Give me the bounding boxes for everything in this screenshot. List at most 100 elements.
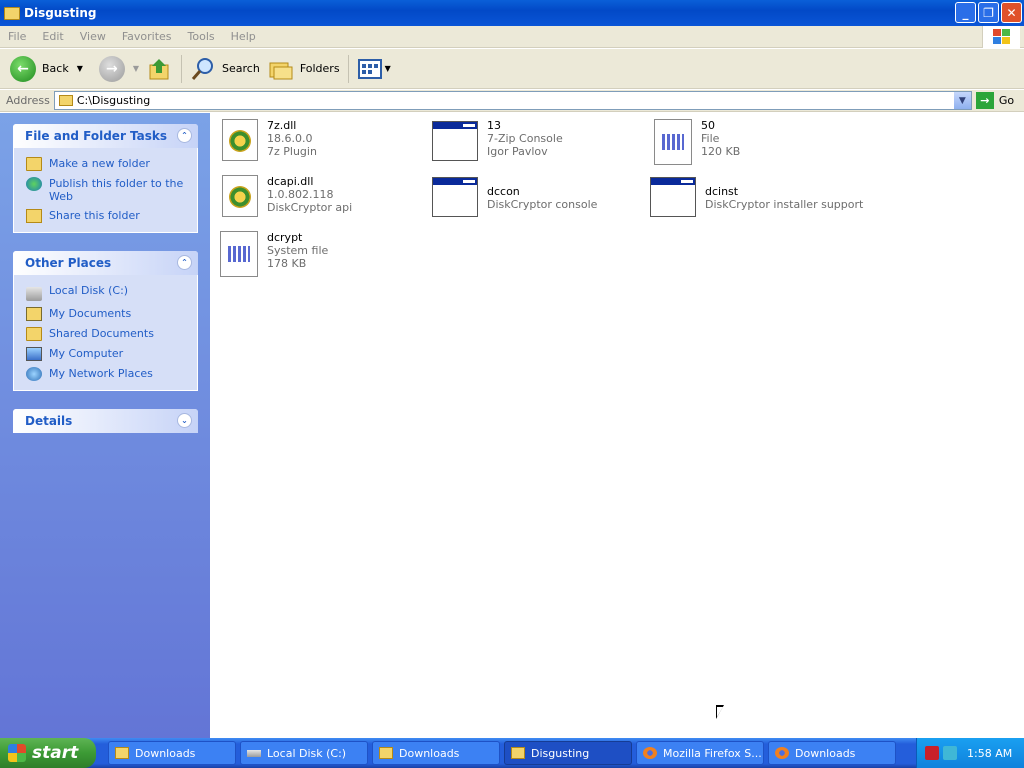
folder-icon [58, 95, 73, 106]
address-label: Address [6, 94, 50, 107]
taskbar-item-downloads[interactable]: Downloads [108, 741, 236, 765]
my-network-places-link[interactable]: My Network Places [26, 364, 187, 384]
search-button[interactable]: Search [186, 54, 264, 84]
taskbar-item-downloads[interactable]: Downloads [372, 741, 500, 765]
forward-button[interactable]: → ▼ [95, 54, 143, 84]
local-disk-icon [247, 749, 261, 757]
toolbar-separator [347, 54, 349, 83]
clock[interactable]: 1:58 AM [967, 747, 1012, 760]
shared-documents-link[interactable]: Shared Documents [26, 324, 187, 344]
file-item[interactable]: 50 File 120 KB [654, 119, 740, 165]
system-tray: 1:58 AM [916, 738, 1024, 768]
my-computer-icon [26, 347, 42, 361]
system-file-icon [220, 231, 258, 277]
folder-icon [379, 747, 393, 759]
address-value: C:\Disgusting [76, 94, 151, 107]
panel-header[interactable]: Details ⌄ [13, 409, 198, 433]
dll-icon [222, 175, 258, 217]
file-list: 7z.dll 18.6.0.0 7z Plugin 13 7-Zip Console I… [210, 113, 1024, 738]
address-bar: Address C:\Disgusting ▼ → Go [0, 90, 1024, 112]
restore-button[interactable]: ❐ [978, 2, 999, 23]
up-folder-icon [149, 58, 169, 79]
close-button[interactable]: ✕ [1001, 2, 1022, 23]
start-button[interactable]: start [0, 738, 96, 768]
panel-header[interactable]: File and Folder Tasks ⌃ [13, 124, 198, 148]
console-icon [650, 177, 696, 217]
my-computer-link[interactable]: My Computer [26, 344, 187, 364]
taskbar: start Downloads Local Disk (C:) Download… [0, 738, 1024, 768]
up-folder-button[interactable] [143, 54, 177, 84]
menu-favorites[interactable]: Favorites [114, 30, 180, 43]
taskbar-item-downloads[interactable]: Downloads [768, 741, 896, 765]
make-new-folder-link[interactable]: Make a new folder [26, 154, 187, 174]
forward-arrow-icon: → [98, 55, 125, 82]
address-dropdown-button[interactable]: ▼ [953, 92, 971, 109]
security-shield-icon[interactable] [925, 746, 939, 760]
windows-flag-icon [8, 744, 26, 762]
menu-tools[interactable]: Tools [180, 30, 223, 43]
file-item[interactable]: dccon DiskCryptor console [432, 175, 597, 221]
menu-view[interactable]: View [72, 30, 114, 43]
taskbar-item-firefox[interactable]: Mozilla Firefox S... [636, 741, 764, 765]
menu-bar: File Edit View Favorites Tools Help [0, 26, 1024, 48]
forward-dropdown-icon: ▼ [132, 64, 140, 73]
folders-button[interactable]: Folders [264, 54, 344, 84]
file-item[interactable]: 13 7-Zip Console Igor Pavlov [432, 119, 563, 165]
taskbar-item-disgusting[interactable]: Disgusting [504, 741, 632, 765]
publish-folder-link[interactable]: Publish this folder to the Web [26, 174, 187, 206]
window-title: Disgusting [24, 6, 97, 20]
collapse-icon[interactable]: ⌃ [177, 255, 192, 270]
network-icon[interactable] [943, 746, 957, 760]
address-input[interactable]: C:\Disgusting ▼ [53, 91, 972, 110]
console-icon [432, 121, 478, 161]
details-panel: Details ⌄ [13, 409, 198, 433]
folders-icon [269, 62, 293, 79]
mouse-pointer-icon [716, 705, 724, 719]
search-icon [191, 57, 214, 80]
collapse-icon[interactable]: ⌃ [177, 128, 192, 143]
folder-icon [115, 747, 129, 759]
file-item[interactable]: 7z.dll 18.6.0.0 7z Plugin [220, 119, 317, 165]
publish-web-icon [26, 177, 42, 191]
shared-documents-icon [26, 327, 42, 341]
local-disk-icon [26, 287, 42, 301]
task-pane: File and Folder Tasks ⌃ Make a new folde… [0, 113, 210, 738]
menu-file[interactable]: File [0, 30, 34, 43]
back-dropdown-icon[interactable]: ▼ [77, 64, 83, 73]
go-arrow-icon: → [975, 92, 994, 109]
other-places-panel: Other Places ⌃ Local Disk (C:) My Docume… [13, 251, 198, 391]
firefox-icon [643, 747, 657, 759]
system-file-icon [654, 119, 692, 165]
file-item[interactable]: dcapi.dll 1.0.802.118 DiskCryptor api [220, 175, 352, 221]
views-button[interactable]: ▼ [353, 54, 395, 84]
share-folder-icon [26, 209, 42, 223]
network-places-icon [26, 367, 42, 381]
file-item[interactable]: dcinst DiskCryptor installer support [650, 175, 863, 221]
my-documents-icon [26, 307, 42, 321]
back-button[interactable]: ← Back ▼ [6, 54, 87, 84]
firefox-icon [775, 747, 789, 759]
windows-logo-icon [982, 26, 1020, 48]
taskbar-item-local-disk[interactable]: Local Disk (C:) [240, 741, 368, 765]
back-arrow-icon: ← [10, 55, 36, 82]
expand-icon[interactable]: ⌄ [177, 413, 192, 428]
go-button[interactable]: → Go [975, 92, 1014, 109]
views-dropdown-icon: ▼ [384, 64, 391, 73]
console-icon [432, 177, 478, 217]
my-documents-link[interactable]: My Documents [26, 304, 187, 324]
title-bar: Disgusting _ ❐ ✕ [0, 0, 1024, 26]
menu-edit[interactable]: Edit [34, 30, 71, 43]
panel-header[interactable]: Other Places ⌃ [13, 251, 198, 275]
toolbar: ← Back ▼ → ▼ Search Folders ▼ [0, 49, 1024, 89]
menu-help[interactable]: Help [223, 30, 264, 43]
new-folder-icon [26, 157, 42, 171]
minimize-button[interactable]: _ [955, 2, 976, 23]
local-disk-link[interactable]: Local Disk (C:) [26, 281, 187, 304]
folder-icon [511, 747, 525, 759]
share-folder-link[interactable]: Share this folder [26, 206, 187, 226]
views-icon [357, 58, 382, 79]
file-item[interactable]: dcrypt System file 178 KB [220, 231, 328, 277]
folder-icon [4, 6, 20, 20]
dll-icon [222, 119, 258, 161]
toolbar-separator [181, 54, 183, 83]
